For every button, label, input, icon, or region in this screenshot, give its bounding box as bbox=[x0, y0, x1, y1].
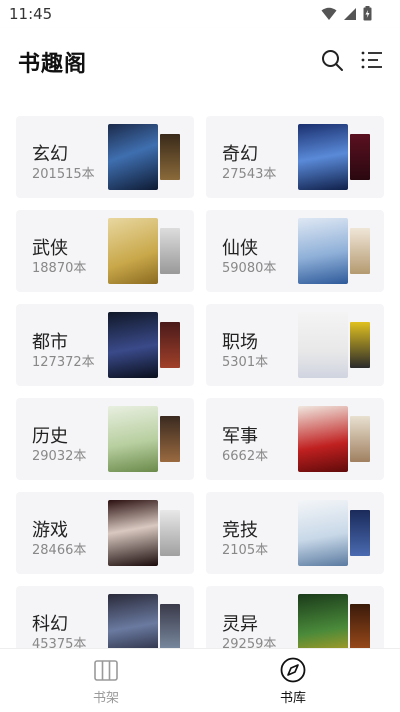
book-cover-image bbox=[160, 416, 180, 462]
category-count: 45375本 bbox=[32, 637, 87, 648]
book-cover-image bbox=[108, 218, 158, 284]
book-cover-image bbox=[298, 312, 348, 378]
book-cover-image bbox=[350, 510, 370, 556]
book-cover-image bbox=[298, 500, 348, 566]
book-cover-image bbox=[160, 134, 180, 180]
book-cover-image bbox=[298, 406, 348, 472]
book-cover-image bbox=[350, 322, 370, 368]
list-menu-icon[interactable] bbox=[360, 48, 384, 72]
category-card-lishi[interactable]: 历史 29032本 bbox=[16, 398, 194, 480]
category-card-junshi[interactable]: 军事 6662本 bbox=[206, 398, 384, 480]
book-cover-image bbox=[108, 312, 158, 378]
tab-library[interactable]: 书库 bbox=[193, 649, 393, 712]
wifi-icon bbox=[321, 7, 337, 20]
book-cover-image bbox=[298, 594, 348, 648]
category-card-wuxia[interactable]: 武侠 18870本 bbox=[16, 210, 194, 292]
category-count: 18870本 bbox=[32, 261, 87, 276]
book-cover-image bbox=[298, 218, 348, 284]
category-card-kehuan[interactable]: 科幻 45375本 bbox=[16, 586, 194, 648]
tab-bookshelf-label: 书架 bbox=[92, 691, 119, 706]
category-count: 6662本 bbox=[222, 449, 269, 464]
category-count: 27543本 bbox=[222, 167, 277, 182]
tab-bookshelf[interactable]: 书架 bbox=[6, 649, 206, 712]
category-count: 5301本 bbox=[222, 355, 269, 370]
book-cover-image bbox=[160, 510, 180, 556]
book-cover-image bbox=[160, 228, 180, 274]
category-card-jingji[interactable]: 竞技 2105本 bbox=[206, 492, 384, 574]
category-count: 127372本 bbox=[32, 355, 95, 370]
book-cover-image bbox=[108, 406, 158, 472]
book-cover-image bbox=[108, 124, 158, 190]
book-cover-image bbox=[350, 134, 370, 180]
book-cover-image bbox=[108, 500, 158, 566]
app-bar: 书趣阁 bbox=[0, 28, 400, 92]
category-card-qihuan[interactable]: 奇幻 27543本 bbox=[206, 116, 384, 198]
book-cover-image bbox=[350, 228, 370, 274]
category-card-xianxia[interactable]: 仙侠 59080本 bbox=[206, 210, 384, 292]
book-cover-image bbox=[160, 604, 180, 648]
category-count: 29032本 bbox=[32, 449, 87, 464]
book-cover-image bbox=[160, 322, 180, 368]
book-cover-image bbox=[298, 124, 348, 190]
signal-icon bbox=[344, 7, 356, 20]
category-count: 201515本 bbox=[32, 167, 95, 182]
category-card-xuanhuan[interactable]: 玄幻 201515本 bbox=[16, 116, 194, 198]
category-card-dushi[interactable]: 都市 127372本 bbox=[16, 304, 194, 386]
category-count: 28466本 bbox=[32, 543, 87, 558]
category-card-youxi[interactable]: 游戏 28466本 bbox=[16, 492, 194, 574]
tab-library-label: 书库 bbox=[279, 691, 306, 706]
category-card-lingyi[interactable]: 灵异 29259本 bbox=[206, 586, 384, 648]
category-count: 2105本 bbox=[222, 543, 269, 558]
status-time: 11:45 bbox=[9, 5, 53, 23]
bookshelf-icon bbox=[94, 660, 118, 681]
category-grid: 玄幻 201515本 奇幻 27543本 武侠 18870本 仙侠 59080本… bbox=[0, 92, 400, 648]
search-icon[interactable] bbox=[320, 48, 344, 72]
category-card-zhichang[interactable]: 职场 5301本 bbox=[206, 304, 384, 386]
compass-icon bbox=[280, 657, 306, 683]
status-icons bbox=[321, 6, 372, 21]
category-count: 59080本 bbox=[222, 261, 277, 276]
book-cover-image bbox=[108, 594, 158, 648]
book-cover-image bbox=[350, 604, 370, 648]
page-title: 书趣阁 bbox=[18, 52, 88, 77]
bottom-tab-bar: 书架 书库 bbox=[0, 648, 400, 712]
status-bar: 11:45 bbox=[0, 0, 400, 28]
category-count: 29259本 bbox=[222, 637, 277, 648]
book-cover-image bbox=[350, 416, 370, 462]
battery-icon bbox=[363, 6, 372, 21]
